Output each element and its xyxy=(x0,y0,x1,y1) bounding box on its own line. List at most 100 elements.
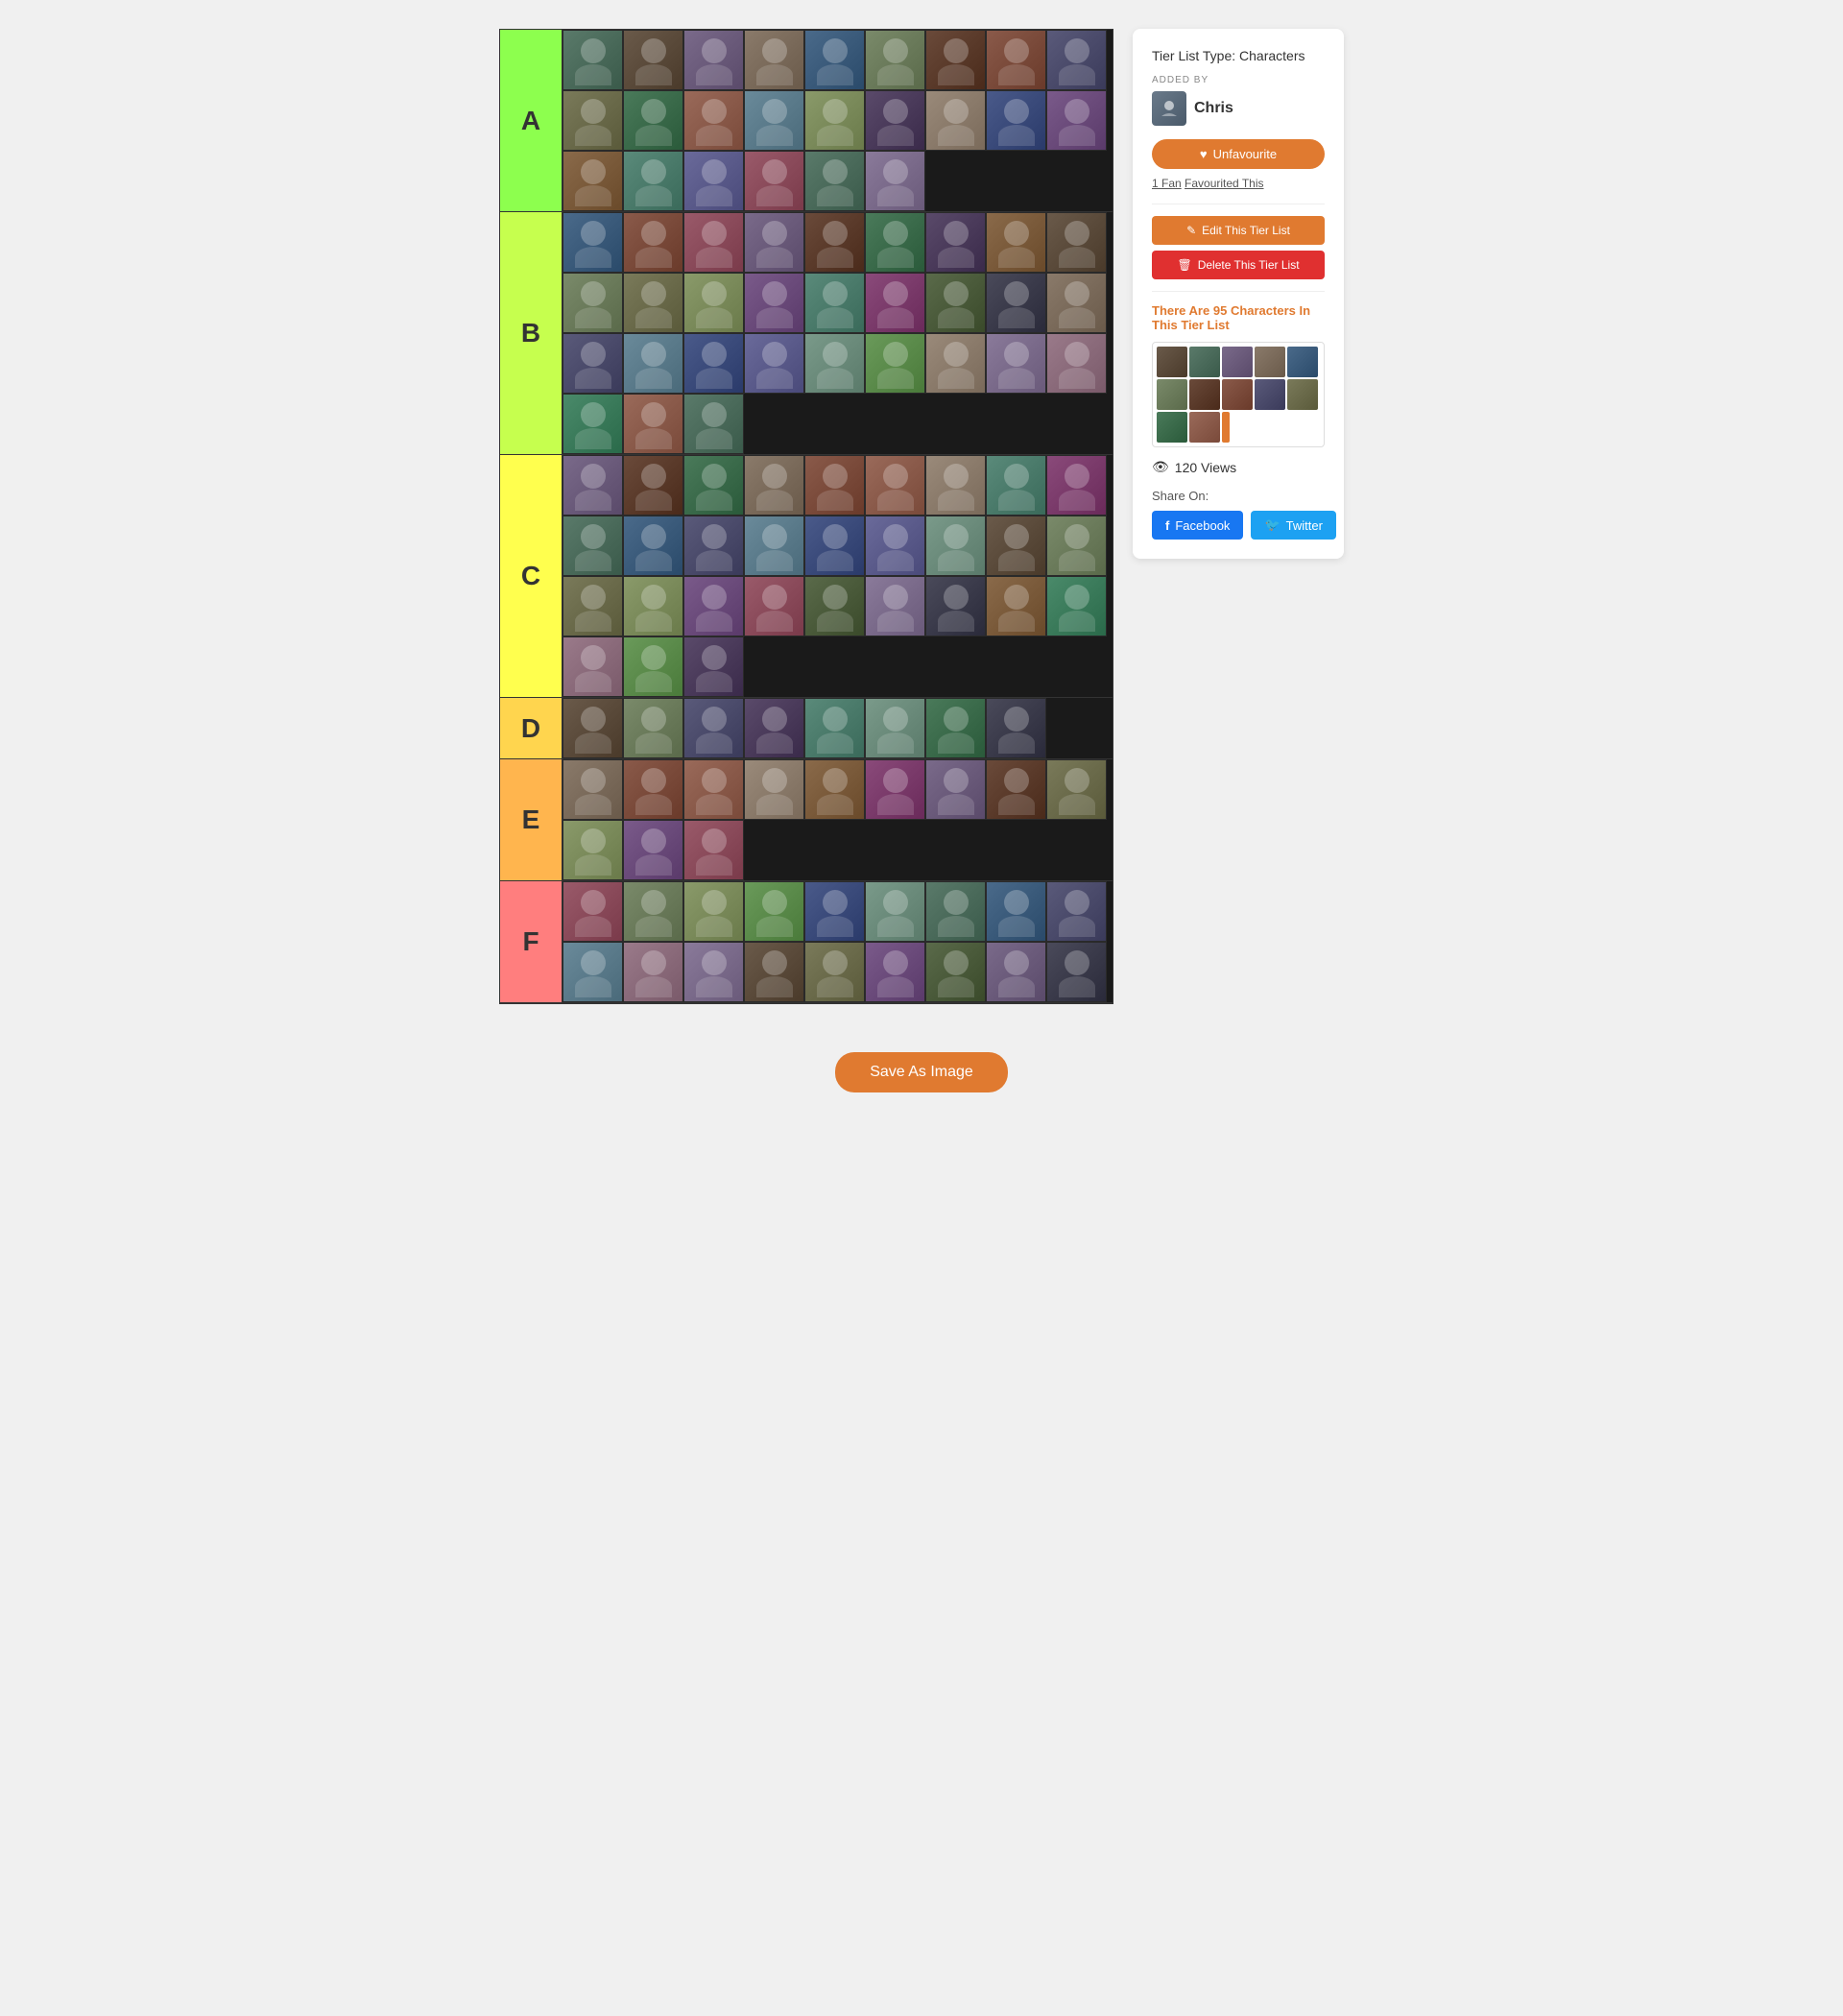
list-item xyxy=(925,759,986,820)
list-item xyxy=(925,942,986,1002)
list-item xyxy=(986,212,1046,273)
unfavourite-button[interactable]: ♥ Unfavourite xyxy=(1152,139,1325,169)
tier-row-c: C xyxy=(500,455,1113,698)
list-item xyxy=(865,576,925,636)
list-item xyxy=(683,942,744,1002)
list-item xyxy=(804,698,865,758)
list-item xyxy=(986,30,1046,90)
list-item xyxy=(744,90,804,151)
delete-tier-list-button[interactable]: 🗑 Delete This Tier List xyxy=(1152,251,1325,279)
tier-cells-d xyxy=(562,698,1113,758)
list-item xyxy=(804,151,865,211)
list-item xyxy=(1046,455,1107,516)
list-item xyxy=(623,698,683,758)
char-thumb xyxy=(1189,379,1220,410)
list-item xyxy=(683,333,744,394)
list-item xyxy=(623,759,683,820)
author-row: Chris xyxy=(1152,91,1325,126)
list-item xyxy=(744,881,804,942)
list-item xyxy=(562,273,623,333)
list-item xyxy=(744,759,804,820)
list-item xyxy=(1046,516,1107,576)
list-item xyxy=(804,273,865,333)
views-count: 120 Views xyxy=(1175,460,1236,475)
char-thumb xyxy=(1287,347,1318,377)
tier-list: A xyxy=(499,29,1113,1004)
list-item xyxy=(683,455,744,516)
list-item xyxy=(683,151,744,211)
list-item xyxy=(865,516,925,576)
facebook-share-button[interactable]: f Facebook xyxy=(1152,511,1243,540)
edit-tier-list-button[interactable]: ✎ Edit This Tier List xyxy=(1152,216,1325,245)
tier-type-label: Tier List Type: Characters xyxy=(1152,48,1325,63)
char-thumb xyxy=(1157,347,1187,377)
list-item xyxy=(562,698,623,758)
added-by-label: ADDED BY xyxy=(1152,75,1325,85)
list-item xyxy=(683,820,744,880)
list-item xyxy=(744,455,804,516)
heart-icon: ♥ xyxy=(1200,147,1208,161)
list-item xyxy=(683,394,744,454)
list-item xyxy=(562,881,623,942)
list-item xyxy=(562,820,623,880)
list-item xyxy=(562,333,623,394)
tier-row-e: E xyxy=(500,759,1113,881)
edit-icon: ✎ xyxy=(1186,224,1196,237)
list-item xyxy=(744,273,804,333)
eye-icon: 👁 xyxy=(1152,459,1169,475)
chars-count-prefix: There Are xyxy=(1152,303,1209,318)
list-item xyxy=(804,881,865,942)
list-item xyxy=(623,516,683,576)
list-item xyxy=(683,30,744,90)
list-item xyxy=(683,576,744,636)
list-item xyxy=(562,151,623,211)
scrollbar[interactable] xyxy=(1222,412,1230,443)
list-item xyxy=(865,30,925,90)
list-item xyxy=(865,881,925,942)
list-item xyxy=(925,455,986,516)
list-item xyxy=(804,90,865,151)
char-thumb xyxy=(1255,379,1285,410)
char-thumb xyxy=(1157,412,1187,443)
list-item xyxy=(865,698,925,758)
list-item xyxy=(1046,273,1107,333)
views-row: 👁 120 Views xyxy=(1152,459,1325,475)
list-item xyxy=(562,30,623,90)
list-item xyxy=(744,212,804,273)
list-item xyxy=(623,151,683,211)
list-item xyxy=(865,212,925,273)
list-item xyxy=(1046,212,1107,273)
twitter-share-button[interactable]: 🐦 Twitter xyxy=(1251,511,1335,540)
list-item xyxy=(986,90,1046,151)
list-item xyxy=(865,90,925,151)
edit-label: Edit This Tier List xyxy=(1202,224,1290,237)
main-container: A xyxy=(499,29,1344,1004)
char-thumb xyxy=(1287,379,1318,410)
list-item xyxy=(804,942,865,1002)
twitter-icon: 🐦 xyxy=(1264,517,1280,533)
fan-text-suffix: Favourited This xyxy=(1185,177,1263,190)
list-item xyxy=(804,576,865,636)
fan-count-link[interactable]: 1 Fan xyxy=(1152,177,1182,190)
tier-cells-f xyxy=(562,881,1113,1002)
list-item xyxy=(925,212,986,273)
list-item xyxy=(744,698,804,758)
list-item xyxy=(562,90,623,151)
share-buttons: f Facebook 🐦 Twitter xyxy=(1152,511,1325,540)
list-item xyxy=(683,759,744,820)
chars-count-number: 95 xyxy=(1213,303,1227,318)
save-as-image-button[interactable]: Save As Image xyxy=(835,1052,1008,1092)
tier-row-a: A xyxy=(500,30,1113,212)
facebook-label: Facebook xyxy=(1175,518,1230,533)
tier-row-d: D xyxy=(500,698,1113,759)
list-item xyxy=(562,576,623,636)
list-item xyxy=(1046,576,1107,636)
list-item xyxy=(1046,759,1107,820)
list-item xyxy=(683,698,744,758)
char-thumb xyxy=(1157,379,1187,410)
list-item xyxy=(1046,90,1107,151)
char-thumb xyxy=(1222,347,1253,377)
author-name: Chris xyxy=(1194,100,1233,117)
list-item xyxy=(623,455,683,516)
list-item xyxy=(623,333,683,394)
